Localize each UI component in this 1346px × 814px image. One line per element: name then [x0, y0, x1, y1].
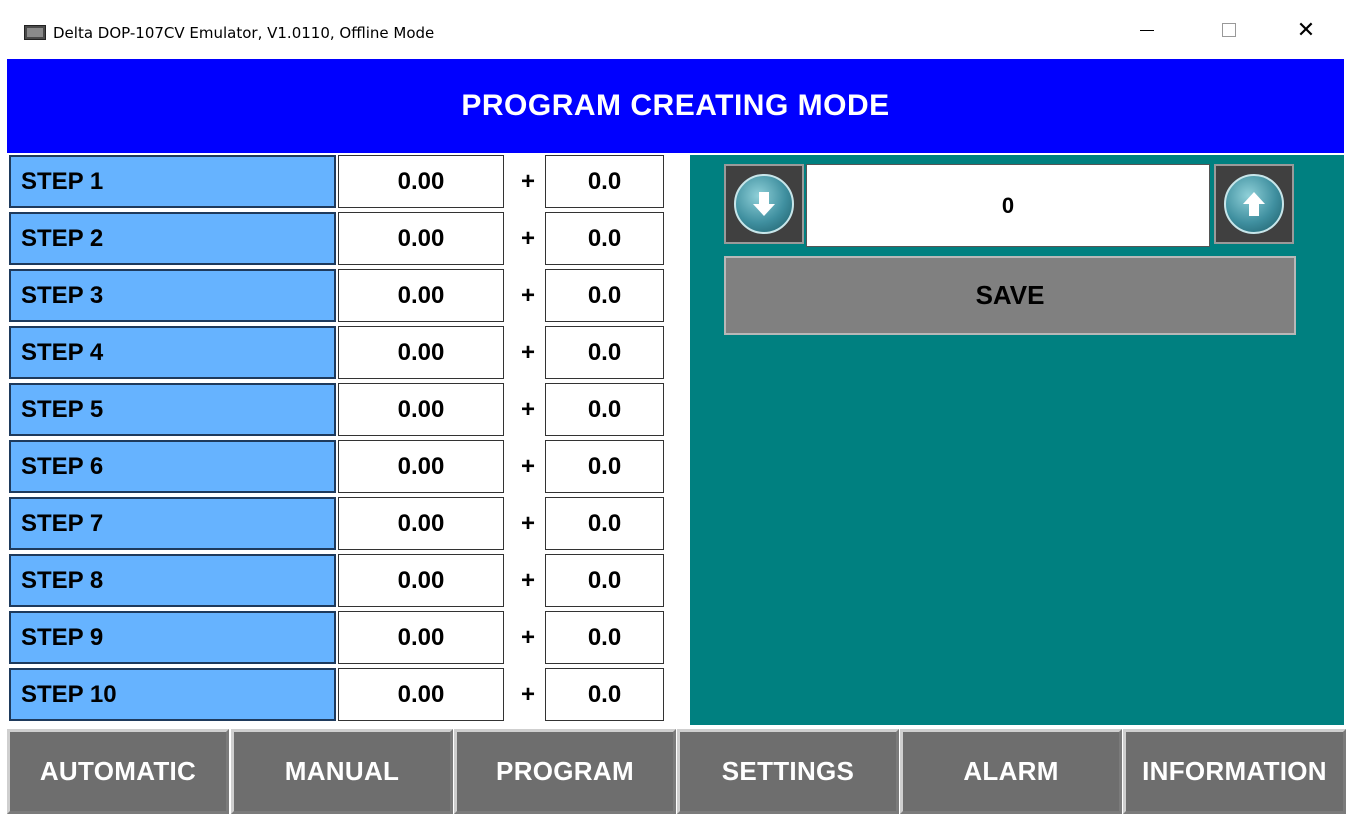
step-value-field[interactable]: 0.00 — [338, 497, 504, 550]
increment-button[interactable] — [1214, 164, 1294, 244]
step-offset-field[interactable]: 0.0 — [545, 326, 664, 379]
step-value-field[interactable]: 0.00 — [338, 155, 504, 208]
step-value-field[interactable]: 0.00 — [338, 611, 504, 664]
nav-alarm-button[interactable]: ALARM — [900, 729, 1122, 814]
step-row: STEP 3 0.00 + 0.0 — [7, 267, 688, 324]
step-label: STEP 7 — [9, 497, 336, 550]
nav-automatic-button[interactable]: AUTOMATIC — [7, 729, 229, 814]
step-value-field[interactable]: 0.00 — [338, 440, 504, 493]
plus-sign: + — [520, 167, 535, 195]
step-offset-field[interactable]: 0.0 — [545, 269, 664, 322]
step-row: STEP 5 0.00 + 0.0 — [7, 381, 688, 438]
nav-manual-button[interactable]: MANUAL — [231, 729, 453, 814]
step-offset-field[interactable]: 0.0 — [545, 212, 664, 265]
window-titlebar[interactable]: Delta DOP-107CV Emulator, V1.0110, Offli… — [0, 0, 1346, 58]
plus-sign: + — [520, 566, 535, 594]
step-label: STEP 8 — [9, 554, 336, 607]
step-offset-field[interactable]: 0.0 — [545, 668, 664, 721]
step-label: STEP 9 — [9, 611, 336, 664]
plus-sign: + — [520, 623, 535, 651]
step-row: STEP 8 0.00 + 0.0 — [7, 552, 688, 609]
close-button[interactable]: ✕ — [1283, 10, 1329, 50]
steps-table: STEP 1 0.00 + 0.0 STEP 2 0.00 + 0.0 STEP… — [7, 153, 688, 725]
step-value-field[interactable]: 0.00 — [338, 554, 504, 607]
plus-sign: + — [520, 395, 535, 423]
step-row: STEP 4 0.00 + 0.0 — [7, 324, 688, 381]
step-offset-field[interactable]: 0.0 — [545, 611, 664, 664]
step-row: STEP 10 0.00 + 0.0 — [7, 666, 688, 723]
step-offset-field[interactable]: 0.0 — [545, 155, 664, 208]
step-value-field[interactable]: 0.00 — [338, 383, 504, 436]
step-row: STEP 1 0.00 + 0.0 — [7, 153, 688, 210]
maximize-button[interactable] — [1206, 10, 1252, 50]
app-icon — [24, 25, 46, 40]
plus-sign: + — [520, 509, 535, 537]
nav-program-button[interactable]: PROGRAM — [454, 729, 676, 814]
step-label: STEP 6 — [9, 440, 336, 493]
save-button[interactable]: SAVE — [724, 256, 1296, 335]
plus-sign: + — [520, 338, 535, 366]
step-offset-field[interactable]: 0.0 — [545, 554, 664, 607]
program-panel: 0 SAVE — [690, 155, 1344, 725]
plus-sign: + — [520, 224, 535, 252]
step-label: STEP 2 — [9, 212, 336, 265]
step-value-field[interactable]: 0.00 — [338, 326, 504, 379]
step-offset-field[interactable]: 0.0 — [545, 440, 664, 493]
step-label: STEP 1 — [9, 155, 336, 208]
step-row: STEP 2 0.00 + 0.0 — [7, 210, 688, 267]
plus-sign: + — [520, 281, 535, 309]
decrement-button[interactable] — [724, 164, 804, 244]
step-value-field[interactable]: 0.00 — [338, 212, 504, 265]
step-value-field[interactable]: 0.00 — [338, 668, 504, 721]
program-number-display[interactable]: 0 — [806, 164, 1210, 247]
step-row: STEP 7 0.00 + 0.0 — [7, 495, 688, 552]
window-title: Delta DOP-107CV Emulator, V1.0110, Offli… — [53, 24, 435, 42]
step-row: STEP 9 0.00 + 0.0 — [7, 609, 688, 666]
minimize-button[interactable] — [1124, 10, 1170, 50]
step-row: STEP 6 0.00 + 0.0 — [7, 438, 688, 495]
page-title: PROGRAM CREATING MODE — [461, 89, 890, 122]
step-label: STEP 5 — [9, 383, 336, 436]
header-banner: PROGRAM CREATING MODE — [7, 59, 1344, 153]
arrow-up-icon — [1224, 174, 1284, 234]
step-label: STEP 10 — [9, 668, 336, 721]
plus-sign: + — [520, 452, 535, 480]
arrow-down-icon — [734, 174, 794, 234]
nav-information-button[interactable]: INFORMATION — [1123, 729, 1346, 814]
bottom-navigation: AUTOMATIC MANUAL PROGRAM SETTINGS ALARM … — [7, 727, 1346, 814]
step-offset-field[interactable]: 0.0 — [545, 383, 664, 436]
nav-settings-button[interactable]: SETTINGS — [677, 729, 899, 814]
step-offset-field[interactable]: 0.0 — [545, 497, 664, 550]
plus-sign: + — [520, 680, 535, 708]
step-value-field[interactable]: 0.00 — [338, 269, 504, 322]
step-label: STEP 3 — [9, 269, 336, 322]
step-label: STEP 4 — [9, 326, 336, 379]
